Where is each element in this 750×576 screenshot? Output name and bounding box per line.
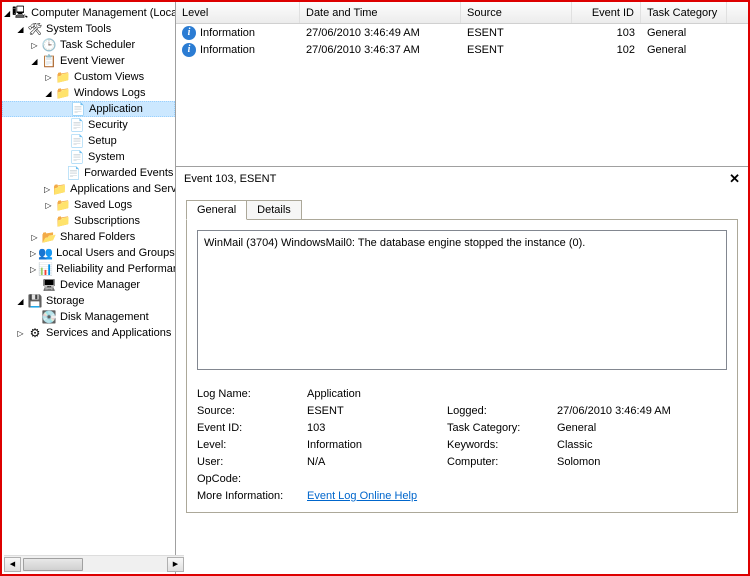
value-taskcat: General xyxy=(557,422,727,434)
value-level: Information xyxy=(307,439,447,451)
tree-event-viewer[interactable]: ◢📋Event Viewer xyxy=(2,53,175,69)
value-keywords: Classic xyxy=(557,439,727,451)
tree-shared-folders[interactable]: ▷📂Shared Folders xyxy=(2,229,175,245)
scroll-thumb[interactable] xyxy=(23,558,83,571)
tree-storage[interactable]: ◢💾Storage xyxy=(2,293,175,309)
tree-disk-mgmt[interactable]: ▷💽Disk Management xyxy=(2,309,175,325)
event-properties: Log Name: Application Source: ESENT Logg… xyxy=(197,388,727,502)
cell-id: 103 xyxy=(572,24,641,41)
tree-horizontal-scrollbar[interactable]: ◀ ▶ xyxy=(4,555,176,572)
device-icon: 🖥 xyxy=(41,277,57,293)
label-moreinfo: More Information: xyxy=(197,490,307,502)
tab-general[interactable]: General xyxy=(186,200,247,220)
tree-device-manager[interactable]: ▷🖥Device Manager xyxy=(2,277,175,293)
tree-system-tools[interactable]: ◢🛠System Tools xyxy=(2,21,175,37)
value-opcode xyxy=(307,473,447,485)
value-logged: 27/06/2010 3:46:49 AM xyxy=(557,405,727,417)
tree-forwarded[interactable]: ▷📄Forwarded Events xyxy=(2,165,175,181)
tree-reliability[interactable]: ▷📊Reliability and Performance xyxy=(2,261,175,277)
event-message[interactable]: WinMail (3704) WindowsMail0: The databas… xyxy=(197,230,727,370)
sharedfolder-icon: 📂 xyxy=(41,229,57,245)
tab-details[interactable]: Details xyxy=(246,200,302,220)
tree-app-services[interactable]: ▷📁Applications and Services Logs xyxy=(2,181,175,197)
log-icon: 📄 xyxy=(69,149,85,165)
label-opcode: OpCode: xyxy=(197,473,307,485)
tree-setup[interactable]: ▷📄Setup xyxy=(2,133,175,149)
grid-row[interactable]: i Information 27/06/2010 3:46:37 AM ESENT… xyxy=(176,41,748,58)
value-computer: Solomon xyxy=(557,456,727,468)
folder-icon: 📁 xyxy=(55,197,71,213)
log-icon: 📄 xyxy=(69,133,85,149)
tree-system[interactable]: ▷📄System xyxy=(2,149,175,165)
scroll-right-button[interactable]: ▶ xyxy=(167,557,176,572)
tab-panel-general: WinMail (3704) WindowsMail0: The databas… xyxy=(186,219,738,513)
label-taskcat: Task Category: xyxy=(447,422,557,434)
close-detail-button[interactable]: ✕ xyxy=(729,171,740,187)
grid-row[interactable]: i Information 27/06/2010 3:46:49 AM ESENT… xyxy=(176,24,748,41)
services-icon: ⚙ xyxy=(27,325,43,341)
event-log-help-link[interactable]: Event Log Online Help xyxy=(307,490,417,502)
scroll-left-button[interactable]: ◀ xyxy=(4,557,21,572)
event-grid[interactable]: Level Date and Time Source Event ID Task… xyxy=(176,2,748,166)
log-icon: 📄 xyxy=(69,117,85,133)
detail-title: Event 103, ESENT xyxy=(184,173,276,185)
tree-local-users[interactable]: ▷👥Local Users and Groups xyxy=(2,245,175,261)
tree-root[interactable]: ◢🖳Computer Management (Local) xyxy=(2,5,175,21)
log-icon: 📄 xyxy=(66,165,81,181)
tree-custom-views[interactable]: ▷📁Custom Views xyxy=(2,69,175,85)
label-level: Level: xyxy=(197,439,307,451)
col-event-id[interactable]: Event ID xyxy=(572,2,641,23)
value-logname: Application xyxy=(307,388,447,400)
grid-header: Level Date and Time Source Event ID Task… xyxy=(176,2,748,24)
tree-windows-logs[interactable]: ◢📁Windows Logs xyxy=(2,85,175,101)
subscriptions-icon: 📁 xyxy=(55,213,71,229)
tree-subscriptions[interactable]: ▷📁Subscriptions xyxy=(2,213,175,229)
label-source: Source: xyxy=(197,405,307,417)
cell-date: 27/06/2010 3:46:37 AM xyxy=(300,41,461,58)
tree-services-apps[interactable]: ▷⚙Services and Applications xyxy=(2,325,175,341)
cell-date: 27/06/2010 3:46:49 AM xyxy=(300,24,461,41)
value-eventid: 103 xyxy=(307,422,447,434)
tree-security[interactable]: ▷📄Security xyxy=(2,117,175,133)
folder-icon: 📁 xyxy=(55,85,71,101)
tree-saved-logs[interactable]: ▷📁Saved Logs xyxy=(2,197,175,213)
col-source[interactable]: Source xyxy=(461,2,572,23)
disk-icon: 💽 xyxy=(41,309,57,325)
folder-icon: 📁 xyxy=(52,181,67,197)
value-user: N/A xyxy=(307,456,447,468)
label-keywords: Keywords: xyxy=(447,439,557,451)
tools-icon: 🛠 xyxy=(27,21,43,37)
information-icon: i xyxy=(182,26,196,40)
value-source: ESENT xyxy=(307,405,447,417)
information-icon: i xyxy=(182,43,196,57)
cell-id: 102 xyxy=(572,41,641,58)
eventviewer-icon: 📋 xyxy=(41,53,57,69)
cell-cat: General xyxy=(641,41,727,58)
mmc-icon: 🖳 xyxy=(12,5,28,21)
tree-task-scheduler[interactable]: ▷🕒Task Scheduler xyxy=(2,37,175,53)
label-user: User: xyxy=(197,456,307,468)
storage-icon: 💾 xyxy=(27,293,43,309)
label-eventid: Event ID: xyxy=(197,422,307,434)
col-level[interactable]: Level xyxy=(176,2,300,23)
cell-level: Information xyxy=(200,27,255,39)
col-task-category[interactable]: Task Category xyxy=(641,2,727,23)
navigation-tree[interactable]: ◢🖳Computer Management (Local) ◢🛠System T… xyxy=(2,2,176,574)
cell-source: ESENT xyxy=(461,24,572,41)
tree-application[interactable]: ▷📄Application xyxy=(2,101,175,117)
cell-level: Information xyxy=(200,44,255,56)
cell-cat: General xyxy=(641,24,727,41)
event-detail-pane: Event 103, ESENT ✕ General Details WinMa… xyxy=(176,166,748,574)
folder-icon: 📁 xyxy=(55,69,71,85)
col-date[interactable]: Date and Time xyxy=(300,2,461,23)
users-icon: 👥 xyxy=(38,245,53,261)
cell-source: ESENT xyxy=(461,41,572,58)
log-icon: 📄 xyxy=(70,101,86,117)
label-logged: Logged: xyxy=(447,405,557,417)
label-computer: Computer: xyxy=(447,456,557,468)
perf-icon: 📊 xyxy=(38,261,53,277)
clock-icon: 🕒 xyxy=(41,37,57,53)
label-logname: Log Name: xyxy=(197,388,307,400)
